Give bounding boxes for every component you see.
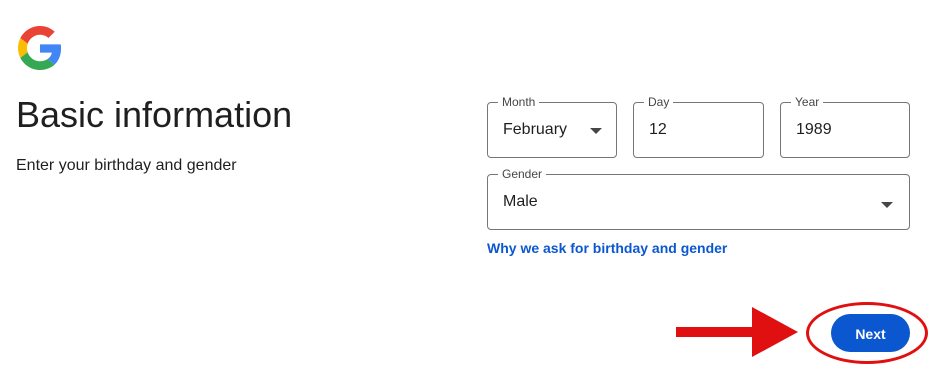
month-label: Month bbox=[498, 95, 540, 109]
day-input[interactable]: Day 12 bbox=[633, 95, 764, 158]
year-input[interactable]: Year 1989 bbox=[780, 95, 910, 158]
month-value: February bbox=[503, 121, 568, 138]
page-title: Basic information bbox=[16, 94, 293, 135]
dropdown-caret-icon bbox=[881, 202, 893, 208]
arrow-right-icon bbox=[676, 307, 798, 357]
why-we-ask-link[interactable]: Why we ask for birthday and gender bbox=[487, 240, 727, 256]
dropdown-caret-icon bbox=[590, 128, 602, 134]
year-label: Year bbox=[791, 95, 824, 109]
gender-value: Male bbox=[503, 193, 538, 210]
year-value: 1989 bbox=[796, 121, 832, 138]
month-select[interactable]: Month February bbox=[487, 95, 617, 158]
gender-label: Gender bbox=[498, 167, 547, 181]
google-logo-icon bbox=[18, 26, 62, 70]
day-label: Day bbox=[644, 95, 674, 109]
next-button[interactable]: Next bbox=[831, 314, 910, 352]
page-subtitle: Enter your birthday and gender bbox=[16, 157, 237, 174]
gender-select[interactable]: Gender Male bbox=[487, 167, 910, 230]
day-value: 12 bbox=[649, 121, 667, 138]
